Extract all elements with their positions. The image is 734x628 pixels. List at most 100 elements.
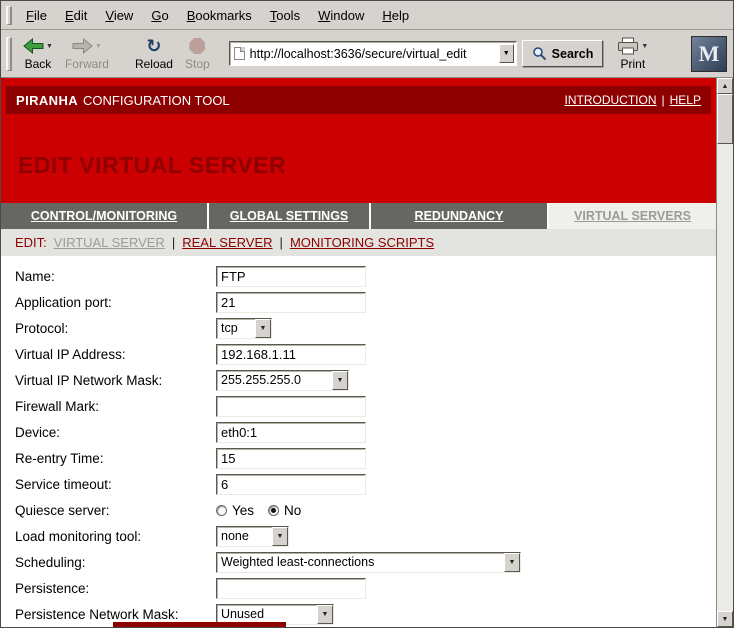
form-row: Quiesce server: Yes No — [1, 497, 716, 523]
form-row: Service timeout: — [1, 471, 716, 497]
scrollbar-track[interactable] — [717, 144, 733, 611]
chevron-down-icon[interactable]: ▼ — [332, 371, 348, 390]
monitoring-scripts-link[interactable]: MONITORING SCRIPTS — [290, 235, 434, 250]
toolbar-grip-handle[interactable] — [6, 37, 12, 71]
select-value: tcp — [217, 319, 255, 338]
menu-help[interactable]: Help — [373, 2, 418, 29]
introduction-link[interactable]: INTRODUCTION — [565, 93, 657, 107]
search-button[interactable]: Search — [522, 40, 604, 67]
menubar-grip-handle[interactable] — [6, 6, 12, 25]
back-icon — [23, 38, 44, 54]
field-label: Application port: — [15, 295, 216, 310]
select-value: Unused — [217, 605, 317, 624]
print-label: Print — [621, 57, 646, 71]
header-link-separator: | — [662, 93, 665, 107]
help-link[interactable]: HELP — [670, 93, 701, 107]
field-label: Quiesce server: — [15, 503, 216, 518]
subnav-separator: | — [280, 235, 283, 250]
service-timeout-input[interactable] — [216, 474, 366, 495]
quiesce-yes-option[interactable]: Yes — [216, 503, 254, 518]
virtual-server-form: Name: Application port: Protocol: tcp ▼ … — [1, 256, 716, 627]
reload-label: Reload — [135, 57, 173, 71]
virtual-ip-netmask-select[interactable]: 255.255.255.0 ▼ — [216, 370, 349, 391]
menu-file[interactable]: File — [17, 2, 56, 29]
tab-global-settings[interactable]: GLOBAL SETTINGS — [209, 203, 369, 229]
quiesce-no-radio[interactable] — [268, 505, 279, 516]
page-icon — [234, 47, 245, 60]
tab-label: CONTROL/MONITORING — [31, 209, 177, 223]
field-label: Protocol: — [15, 321, 216, 336]
scroll-down-icon[interactable]: ▼ — [717, 611, 733, 627]
tab-label: GLOBAL SETTINGS — [230, 209, 349, 223]
stop-button: Stop — [179, 34, 216, 73]
menu-edit[interactable]: Edit — [56, 2, 96, 29]
field-label: Scheduling: — [15, 555, 216, 570]
url-input[interactable] — [245, 47, 499, 61]
form-row: Scheduling: Weighted least-connections ▼ — [1, 549, 716, 575]
scheduling-select[interactable]: Weighted least-connections ▼ — [216, 552, 521, 573]
chevron-down-icon[interactable]: ▼ — [504, 553, 520, 572]
print-button[interactable]: ▼ Print — [611, 34, 654, 73]
stop-label: Stop — [185, 57, 210, 71]
back-label: Back — [25, 57, 52, 71]
chevron-down-icon[interactable]: ▼ — [255, 319, 271, 338]
persistence-input[interactable] — [216, 578, 366, 599]
reload-button[interactable]: ↻ Reload — [129, 34, 179, 73]
scroll-up-icon[interactable]: ▲ — [717, 78, 733, 94]
field-label: Virtual IP Network Mask: — [15, 373, 216, 388]
quiesce-no-option[interactable]: No — [268, 503, 301, 518]
tab-redundancy[interactable]: REDUNDANCY — [371, 203, 547, 229]
field-label: Name: — [15, 269, 216, 284]
print-dropdown-icon[interactable]: ▼ — [641, 43, 648, 50]
real-server-link[interactable]: REAL SERVER — [182, 235, 272, 250]
tab-virtual-servers[interactable]: VIRTUAL SERVERS — [549, 203, 716, 229]
print-icon — [617, 37, 639, 55]
quiesce-radio-group: Yes No — [216, 503, 301, 518]
load-monitoring-select[interactable]: none ▼ — [216, 526, 289, 547]
browser-window: File Edit View Go Bookmarks Tools Window… — [0, 0, 734, 628]
subnav-separator: | — [172, 235, 175, 250]
back-button[interactable]: ▼ Back — [17, 34, 59, 73]
menu-bookmarks[interactable]: Bookmarks — [178, 2, 261, 29]
vertical-scrollbar[interactable]: ▲ ▼ — [716, 78, 733, 627]
form-row: Persistence Network Mask: Unused ▼ — [1, 601, 716, 627]
protocol-select[interactable]: tcp ▼ — [216, 318, 272, 339]
form-row: Firewall Mark: — [1, 393, 716, 419]
subnav-current-virtual-server: VIRTUAL SERVER — [54, 235, 165, 250]
form-row: Virtual IP Network Mask: 255.255.255.0 ▼ — [1, 367, 716, 393]
name-input[interactable] — [216, 266, 366, 287]
quiesce-yes-radio[interactable] — [216, 505, 227, 516]
navigation-toolbar: ▼ Back ▼ Forward ↻ Reload Stop ▼ Sear — [1, 30, 733, 78]
radio-label: No — [284, 503, 301, 518]
piranha-page: PIRANHA CONFIGURATION TOOL INTRODUCTION … — [1, 78, 716, 627]
firewall-mark-input[interactable] — [216, 396, 366, 417]
virtual-ip-address-input[interactable] — [216, 344, 366, 365]
menu-go[interactable]: Go — [142, 2, 177, 29]
tab-label: VIRTUAL SERVERS — [574, 209, 691, 223]
tab-control-monitoring[interactable]: CONTROL/MONITORING — [1, 203, 207, 229]
back-dropdown-icon[interactable]: ▼ — [46, 43, 53, 50]
chevron-down-icon[interactable]: ▼ — [272, 527, 288, 546]
mozilla-logo-icon[interactable]: M — [691, 36, 727, 72]
application-port-input[interactable] — [216, 292, 366, 313]
menu-window[interactable]: Window — [309, 2, 373, 29]
scrollbar-thumb[interactable] — [717, 94, 733, 144]
menu-tools[interactable]: Tools — [261, 2, 309, 29]
form-row: Name: — [1, 263, 716, 289]
chevron-down-icon[interactable]: ▼ — [317, 605, 333, 624]
tab-label: REDUNDANCY — [415, 209, 504, 223]
field-label: Device: — [15, 425, 216, 440]
url-dropdown-icon[interactable]: ▼ — [499, 44, 514, 63]
field-label: Re-entry Time: — [15, 451, 216, 466]
brand-subtitle: CONFIGURATION TOOL — [83, 93, 230, 108]
select-value: Weighted least-connections — [217, 553, 504, 572]
content-area: PIRANHA CONFIGURATION TOOL INTRODUCTION … — [1, 78, 733, 627]
form-row: Load monitoring tool: none ▼ — [1, 523, 716, 549]
field-label: Persistence Network Mask: — [15, 607, 216, 622]
reentry-time-input[interactable] — [216, 448, 366, 469]
device-input[interactable] — [216, 422, 366, 443]
menu-view[interactable]: View — [96, 2, 142, 29]
search-icon — [532, 46, 547, 61]
select-value: 255.255.255.0 — [217, 371, 332, 390]
brand-name: PIRANHA — [16, 93, 78, 108]
